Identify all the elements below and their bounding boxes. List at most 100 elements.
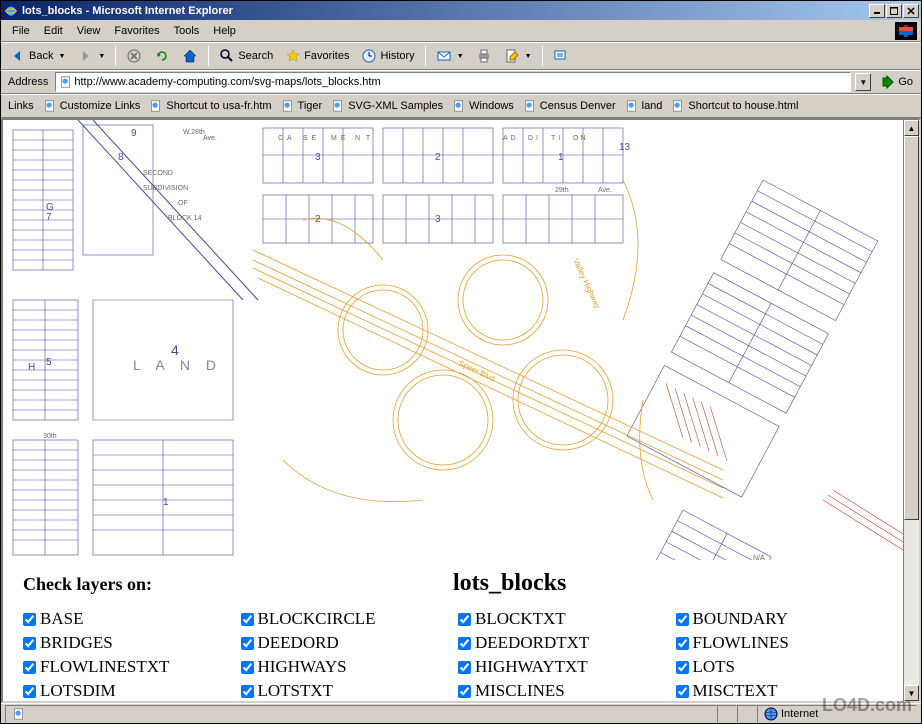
layer-input[interactable] bbox=[458, 685, 471, 698]
close-button[interactable] bbox=[903, 4, 919, 18]
layer-checkbox-deedord[interactable]: DEEDORD bbox=[241, 633, 449, 653]
link-item-1[interactable]: Shortcut to usa-fr.htm bbox=[145, 97, 275, 115]
layer-input[interactable] bbox=[23, 637, 36, 650]
edit-button[interactable]: ▼ bbox=[499, 45, 537, 67]
layer-input[interactable] bbox=[458, 661, 471, 674]
layer-checkbox-highways[interactable]: HIGHWAYS bbox=[241, 657, 449, 677]
forward-button[interactable]: ▼ bbox=[72, 45, 110, 67]
link-item-6[interactable]: land bbox=[621, 97, 667, 115]
layer-label: FLOWLINESTXT bbox=[40, 657, 169, 677]
search-button[interactable]: Search bbox=[214, 45, 278, 67]
vertical-scrollbar[interactable]: ▲ ▼ bbox=[903, 120, 919, 701]
minimize-button[interactable] bbox=[869, 4, 885, 18]
layer-checkbox-base[interactable]: BASE bbox=[23, 609, 231, 629]
layer-checkbox-bridges[interactable]: BRIDGES bbox=[23, 633, 231, 653]
status-message bbox=[5, 705, 717, 723]
svg-text:CA: CA bbox=[278, 135, 296, 142]
svg-text:1: 1 bbox=[163, 497, 169, 508]
page-status-icon bbox=[12, 707, 26, 721]
favorites-button[interactable]: Favorites bbox=[280, 45, 354, 67]
svg-text:9: 9 bbox=[131, 128, 137, 139]
page-viewport[interactable]: L A N D 4 bbox=[3, 120, 903, 701]
layer-checkbox-boundary[interactable]: BOUNDARY bbox=[676, 609, 884, 629]
layer-input[interactable] bbox=[241, 685, 254, 698]
layer-input[interactable] bbox=[23, 613, 36, 626]
scroll-down-button[interactable]: ▼ bbox=[904, 685, 919, 701]
print-button[interactable] bbox=[471, 45, 497, 67]
layer-checkbox-lotstxt[interactable]: LOTSTXT bbox=[241, 681, 449, 701]
go-button[interactable]: Go bbox=[875, 74, 917, 90]
link-label: SVG-XML Samples bbox=[348, 100, 443, 112]
layer-label: BRIDGES bbox=[40, 633, 113, 653]
layer-checkbox-misclines[interactable]: MISCLINES bbox=[458, 681, 666, 701]
svg-map[interactable]: L A N D 4 bbox=[3, 120, 903, 560]
link-item-3[interactable]: SVG-XML Samples bbox=[327, 97, 447, 115]
discuss-button[interactable] bbox=[548, 45, 574, 67]
layer-checkbox-highwaytxt[interactable]: HIGHWAYTXT bbox=[458, 657, 666, 677]
scroll-track[interactable] bbox=[904, 136, 919, 685]
back-dropdown-icon: ▼ bbox=[58, 53, 65, 60]
refresh-button[interactable] bbox=[149, 45, 175, 67]
svg-text:Valley Highway: Valley Highway bbox=[571, 257, 602, 310]
layer-checkbox-flowlines[interactable]: FLOWLINES bbox=[676, 633, 884, 653]
layer-input[interactable] bbox=[23, 685, 36, 698]
history-button[interactable]: History bbox=[356, 45, 419, 67]
menu-favorites[interactable]: Favorites bbox=[107, 23, 166, 39]
menu-help[interactable]: Help bbox=[206, 23, 243, 39]
address-dropdown[interactable]: ▼ bbox=[855, 73, 871, 91]
layer-checkbox-blocktxt[interactable]: BLOCKTXT bbox=[458, 609, 666, 629]
browser-window: lots_blocks - Microsoft Internet Explore… bbox=[0, 0, 922, 724]
scroll-up-button[interactable]: ▲ bbox=[904, 120, 919, 136]
layer-checkbox-blockcircle[interactable]: BLOCKCIRCLE bbox=[241, 609, 449, 629]
layer-input[interactable] bbox=[676, 661, 689, 674]
mail-button[interactable]: ▼ bbox=[431, 45, 469, 67]
link-icon bbox=[331, 99, 345, 113]
discuss-icon bbox=[553, 48, 569, 64]
menu-view[interactable]: View bbox=[70, 23, 108, 39]
layer-input[interactable] bbox=[23, 661, 36, 674]
address-input[interactable] bbox=[74, 76, 848, 88]
search-icon bbox=[219, 48, 235, 64]
back-button[interactable]: Back ▼ bbox=[5, 45, 70, 67]
layer-label: HIGHWAYTXT bbox=[475, 657, 588, 677]
layer-input[interactable] bbox=[241, 613, 254, 626]
layer-checkbox-deedordtxt[interactable]: DEEDORDTXT bbox=[458, 633, 666, 653]
link-item-0[interactable]: Customize Links bbox=[39, 97, 145, 115]
address-field[interactable] bbox=[55, 72, 851, 92]
maximize-button[interactable] bbox=[886, 4, 902, 18]
stop-icon bbox=[126, 48, 142, 64]
link-item-7[interactable]: Shortcut to house.html bbox=[667, 97, 802, 115]
layer-input[interactable] bbox=[676, 685, 689, 698]
layer-input[interactable] bbox=[676, 637, 689, 650]
svg-text:2: 2 bbox=[315, 214, 321, 225]
scroll-thumb[interactable] bbox=[904, 136, 919, 520]
favorites-icon bbox=[285, 48, 301, 64]
layers-heading: Check layers on: bbox=[23, 574, 453, 595]
layer-input[interactable] bbox=[241, 661, 254, 674]
layer-input[interactable] bbox=[241, 637, 254, 650]
link-item-2[interactable]: Tiger bbox=[277, 97, 327, 115]
menubar: File Edit View Favorites Tools Help bbox=[1, 20, 921, 42]
svg-text:H: H bbox=[28, 362, 35, 373]
layer-input[interactable] bbox=[676, 613, 689, 626]
menu-edit[interactable]: Edit bbox=[37, 23, 70, 39]
menu-tools[interactable]: Tools bbox=[167, 23, 207, 39]
stop-button[interactable] bbox=[121, 45, 147, 67]
layer-input[interactable] bbox=[458, 613, 471, 626]
home-button[interactable] bbox=[177, 45, 203, 67]
layer-label: BLOCKTXT bbox=[475, 609, 566, 629]
layer-input[interactable] bbox=[458, 637, 471, 650]
history-label: History bbox=[380, 50, 414, 62]
links-label: Links bbox=[5, 100, 37, 112]
print-icon bbox=[476, 48, 492, 64]
layer-checkbox-misctext[interactable]: MISCTEXT bbox=[676, 681, 884, 701]
layer-checkbox-lotsdim[interactable]: LOTSDIM bbox=[23, 681, 231, 701]
link-item-5[interactable]: Census Denver bbox=[519, 97, 620, 115]
layer-checkbox-lots[interactable]: LOTS bbox=[676, 657, 884, 677]
favorites-label: Favorites bbox=[304, 50, 349, 62]
menu-file[interactable]: File bbox=[5, 23, 37, 39]
link-label: Customize Links bbox=[60, 100, 141, 112]
layer-checkbox-flowlinestxt[interactable]: FLOWLINESTXT bbox=[23, 657, 231, 677]
svg-text:BLOCK 14: BLOCK 14 bbox=[168, 215, 202, 222]
link-item-4[interactable]: Windows bbox=[448, 97, 518, 115]
